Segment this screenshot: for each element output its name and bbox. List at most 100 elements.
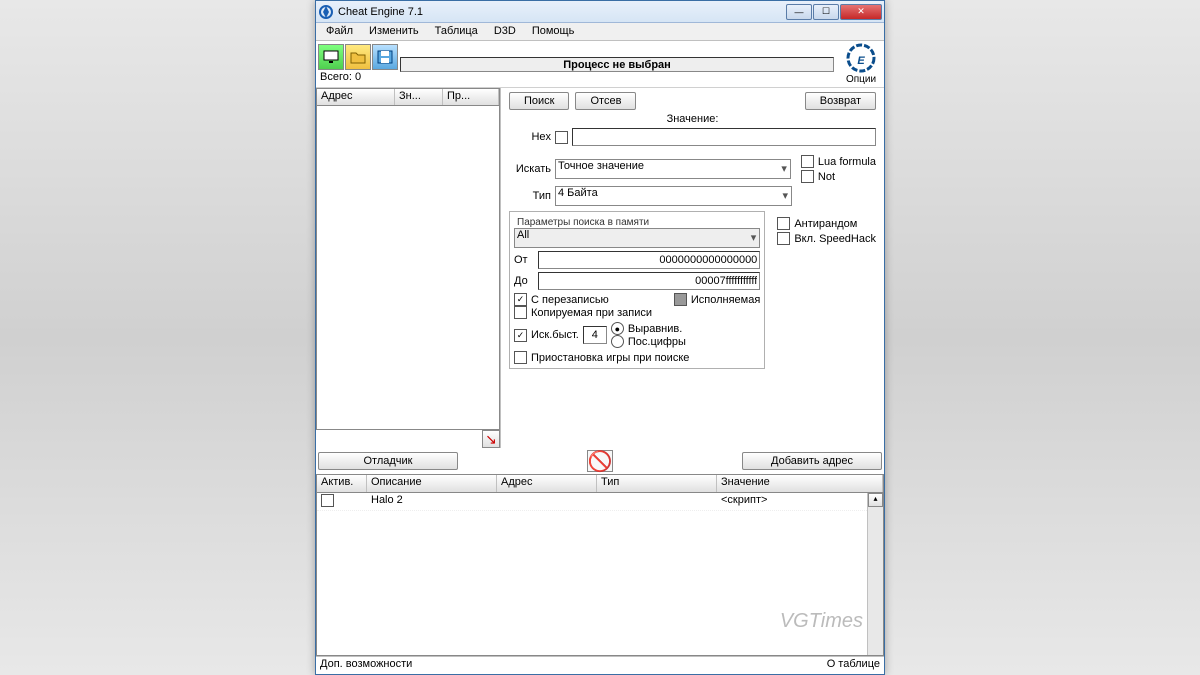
speedhack-row[interactable]: Вкл. SpeedHack [777,232,876,245]
executable-row[interactable]: Исполняемая [674,293,760,306]
menu-file[interactable]: Файл [318,23,361,40]
undo-scan-button[interactable]: Возврат [805,92,876,110]
executable-checkbox[interactable] [674,293,687,306]
menu-edit[interactable]: Изменить [361,23,427,40]
value-type-select[interactable]: 4 Байта [555,186,792,206]
table-row[interactable]: Halo 2 <скрипт> [317,493,883,511]
col-value[interactable]: Зн... [395,89,443,105]
logo-area[interactable]: E Опции [840,43,882,85]
mid-row: Отладчик 🚫 Добавить адрес [316,448,884,474]
memory-fieldset: Параметры поиска в памяти All От До ✓С п… [509,211,765,369]
hex-checkbox[interactable] [555,131,568,144]
table-body[interactable]: Halo 2 <скрипт> ▴ VGTimes [317,493,883,655]
from-input[interactable] [538,251,760,269]
main-area: Адрес Зн... Пр... ↘ Поиск Отсев Возврат … [316,88,884,656]
forbidden-icon[interactable]: 🚫 [587,450,613,472]
to-label: До [514,275,534,287]
from-label: От [514,254,534,266]
th-type[interactable]: Тип [597,475,717,492]
cow-row[interactable]: Копируемая при записи [514,306,760,319]
save-button[interactable] [372,44,398,70]
table-header: Актив. Описание Адрес Тип Значение [317,475,883,493]
menu-table[interactable]: Таблица [427,23,486,40]
close-button[interactable]: ✕ [840,4,882,20]
align-radio-row[interactable]: ●Выравнив. [611,322,686,335]
titlebar[interactable]: Cheat Engine 7.1 — ☐ ✕ [316,1,884,23]
results-header: Адрес Зн... Пр... [316,88,500,106]
not-checkbox-row[interactable]: Not [801,170,876,183]
align-radio[interactable]: ● [611,322,624,335]
scan-type-select[interactable]: Точное значение [555,159,791,179]
results-list[interactable] [316,106,500,430]
open-process-button[interactable] [318,44,344,70]
first-scan-button[interactable]: Поиск [509,92,569,110]
menubar: Файл Изменить Таблица D3D Помощь [316,23,884,41]
table-scrollbar[interactable]: ▴ [867,493,883,655]
watermark: VGTimes [780,610,863,633]
statusbar: Доп. возможности О таблице [316,656,884,674]
toolbar: Всего: 0 Процесс не выбран E Опции [316,41,884,88]
not-checkbox[interactable] [801,170,814,183]
results-panel: Адрес Зн... Пр... ↘ [316,88,501,448]
menu-d3d[interactable]: D3D [486,23,524,40]
results-total: Всего: 0 [318,70,398,84]
cow-checkbox[interactable] [514,306,527,319]
writable-row[interactable]: ✓С перезаписью [514,293,609,306]
row-value[interactable]: <скрипт> [717,493,883,510]
next-scan-button[interactable]: Отсев [575,92,636,110]
to-input[interactable] [538,272,760,290]
col-address[interactable]: Адрес [317,89,395,105]
debugger-button[interactable]: Отладчик [318,452,458,470]
digits-radio-row[interactable]: Пос.цифры [611,335,686,348]
add-to-list-button[interactable]: ↘ [482,430,500,448]
ce-logo-icon: E [843,43,879,74]
th-active[interactable]: Актив. [317,475,367,492]
digits-radio[interactable] [611,335,624,348]
memory-region-select[interactable]: All [514,228,760,248]
col-prev[interactable]: Пр... [443,89,499,105]
floppy-icon [377,50,393,64]
status-left[interactable]: Доп. возможности [320,658,412,673]
menu-help[interactable]: Помощь [524,23,583,40]
lua-checkbox[interactable] [801,155,814,168]
antirandom-checkbox[interactable] [777,217,790,230]
main-window: Cheat Engine 7.1 — ☐ ✕ Файл Изменить Таб… [315,0,885,675]
pause-checkbox[interactable] [514,351,527,364]
row-desc[interactable]: Halo 2 [367,493,497,510]
pause-row[interactable]: Приостановка игры при поиске [514,351,760,364]
cheat-table: Актив. Описание Адрес Тип Значение Halo … [316,474,884,656]
row-type[interactable] [597,493,717,510]
open-file-button[interactable] [345,44,371,70]
scan-type-label: Искать [509,163,551,175]
process-bar[interactable]: Процесс не выбран [400,57,834,72]
value-input[interactable] [572,128,876,146]
search-panel: Поиск Отсев Возврат Значение: Hex Искать… [501,88,884,448]
value-label: Значение: [509,113,876,125]
upper-row: Адрес Зн... Пр... ↘ Поиск Отсев Возврат … [316,88,884,448]
fastscan-input[interactable] [583,326,607,344]
th-addr[interactable]: Адрес [497,475,597,492]
fastscan-row[interactable]: ✓Иск.быст. [514,329,579,342]
antirandom-row[interactable]: Антирандом [777,217,876,230]
monitor-icon [323,50,339,64]
memory-title: Параметры поиска в памяти [514,217,652,228]
lua-checkbox-row[interactable]: Lua formula [801,155,876,168]
status-right[interactable]: О таблице [827,658,880,673]
fastscan-checkbox[interactable]: ✓ [514,329,527,342]
minimize-button[interactable]: — [786,4,812,20]
svg-text:E: E [857,55,865,67]
options-link[interactable]: Опции [846,74,876,85]
add-address-button[interactable]: Добавить адрес [742,452,882,470]
folder-icon [350,50,366,64]
speedhack-checkbox[interactable] [777,232,790,245]
row-addr[interactable] [497,493,597,510]
th-desc[interactable]: Описание [367,475,497,492]
window-buttons: — ☐ ✕ [786,4,882,20]
maximize-button[interactable]: ☐ [813,4,839,20]
window-title: Cheat Engine 7.1 [338,6,786,18]
th-value[interactable]: Значение [717,475,883,492]
row-active-checkbox[interactable] [321,494,334,507]
value-type-label: Тип [509,190,551,202]
writable-checkbox[interactable]: ✓ [514,293,527,306]
app-icon [318,4,334,20]
